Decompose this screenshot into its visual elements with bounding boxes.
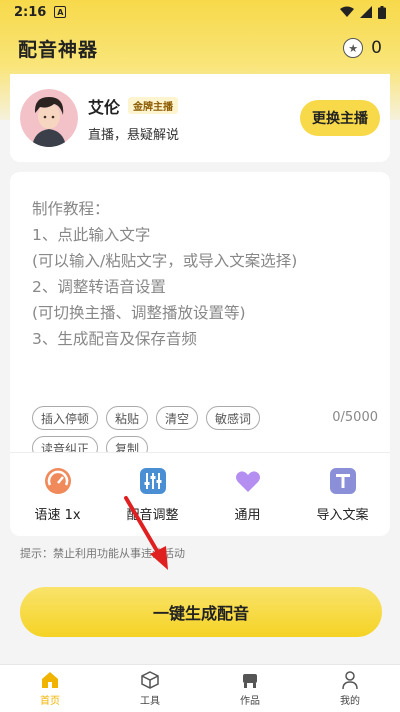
tutorial-placeholder: 制作教程： 1、点此输入文字 (可以输入/粘贴文字，或导入文案选择) 2、调整转… xyxy=(32,196,297,352)
anchor-name: 艾伦 xyxy=(88,97,121,117)
text-t-icon xyxy=(329,468,356,494)
tutorial-line: 2、调整转语音设置 xyxy=(32,278,166,296)
nav-home[interactable]: 首页 xyxy=(20,670,80,707)
home-icon xyxy=(42,672,58,688)
box-icon xyxy=(141,671,159,689)
status-time: 2:16 xyxy=(14,4,47,20)
change-anchor-button[interactable]: 更换主播 xyxy=(300,100,380,136)
paste-chip[interactable]: 粘贴 xyxy=(106,406,149,430)
speed-gauge-icon xyxy=(44,468,71,494)
person-icon xyxy=(342,671,358,690)
generate-dubbing-button[interactable]: 一键生成配音 xyxy=(20,587,382,637)
nav-tools-label: 工具 xyxy=(140,696,160,707)
app-bar: 配音神器 ★ 0 xyxy=(0,24,400,72)
battery-icon xyxy=(378,5,386,19)
tutorial-line: 1、点此输入文字 xyxy=(32,226,151,244)
status-bar: 2:16 A xyxy=(0,0,400,24)
insert-pause-chip[interactable]: 插入停顿 xyxy=(32,406,99,430)
tutorial-line: (可切换主播、调整播放设置等) xyxy=(32,304,246,322)
wifi-icon xyxy=(340,6,354,17)
nav-works[interactable]: 作品 xyxy=(220,670,280,707)
tutorial-line: 制作教程： xyxy=(32,200,110,218)
text-input-area[interactable]: 制作教程： 1、点此输入文字 (可以输入/粘贴文字，或导入文案选择) 2、调整转… xyxy=(10,172,390,452)
tip-text: 提示：禁止利用功能从事违法活动 xyxy=(20,547,185,560)
dubbing-adjust-label: 配音调整 xyxy=(126,508,179,523)
tutorial-line: 3、生成配音及保存音频 xyxy=(32,330,197,348)
speed-tool[interactable]: 语速 1x xyxy=(13,466,103,523)
anchor-name-row: 艾伦 金牌主播 xyxy=(88,94,179,118)
general-label: 通用 xyxy=(234,508,261,523)
nav-mine[interactable]: 我的 xyxy=(320,670,380,707)
clear-chip[interactable]: 清空 xyxy=(156,406,199,430)
heart-icon xyxy=(235,471,260,492)
import-text-label: 导入文案 xyxy=(316,508,369,523)
nav-mine-label: 我的 xyxy=(340,696,360,707)
general-tool[interactable]: 通用 xyxy=(203,466,293,523)
signal-icon xyxy=(360,6,372,18)
anchor-card[interactable]: 艾伦 金牌主播 直播，悬疑解说 更换主播 xyxy=(10,74,390,162)
nav-works-label: 作品 xyxy=(240,696,260,707)
bottom-nav: 首页 工具 作品 我的 xyxy=(0,664,400,712)
works-icon xyxy=(243,674,257,688)
coin-count: 0 xyxy=(371,38,382,58)
editor-chips: 插入停顿 粘贴 清空 敏感词 读音纠正 复制 xyxy=(32,406,332,452)
copy-chip[interactable]: 复制 xyxy=(106,436,149,452)
anchor-badge: 金牌主播 xyxy=(128,97,179,114)
import-text-tool[interactable]: 导入文案 xyxy=(298,466,388,523)
sensitive-words-chip[interactable]: 敏感词 xyxy=(206,406,261,430)
anchor-description: 直播，悬疑解说 xyxy=(88,127,180,143)
char-counter: 0/5000 xyxy=(332,410,378,425)
nav-tools[interactable]: 工具 xyxy=(120,670,180,707)
coin-balance[interactable]: ★ 0 xyxy=(343,38,382,58)
notification-a-icon: A xyxy=(54,6,67,18)
star-coin-icon: ★ xyxy=(343,38,364,58)
dubbing-adjust-tool[interactable]: 配音调整 xyxy=(108,466,198,523)
sliders-icon xyxy=(139,468,166,494)
anchor-avatar xyxy=(20,89,78,147)
tutorial-line: (可以输入/粘贴文字，或导入文案选择) xyxy=(32,252,298,270)
anchor-info: 艾伦 金牌主播 直播，悬疑解说 xyxy=(88,94,179,143)
nav-home-label: 首页 xyxy=(40,696,60,707)
tools-bar: 语速 1x 配音调整 通用 导入文案 xyxy=(10,452,390,536)
status-icons xyxy=(340,5,386,19)
app-title: 配音神器 xyxy=(18,38,99,61)
pronunciation-fix-chip[interactable]: 读音纠正 xyxy=(32,436,99,452)
speed-label: 语速 1x xyxy=(34,508,81,523)
